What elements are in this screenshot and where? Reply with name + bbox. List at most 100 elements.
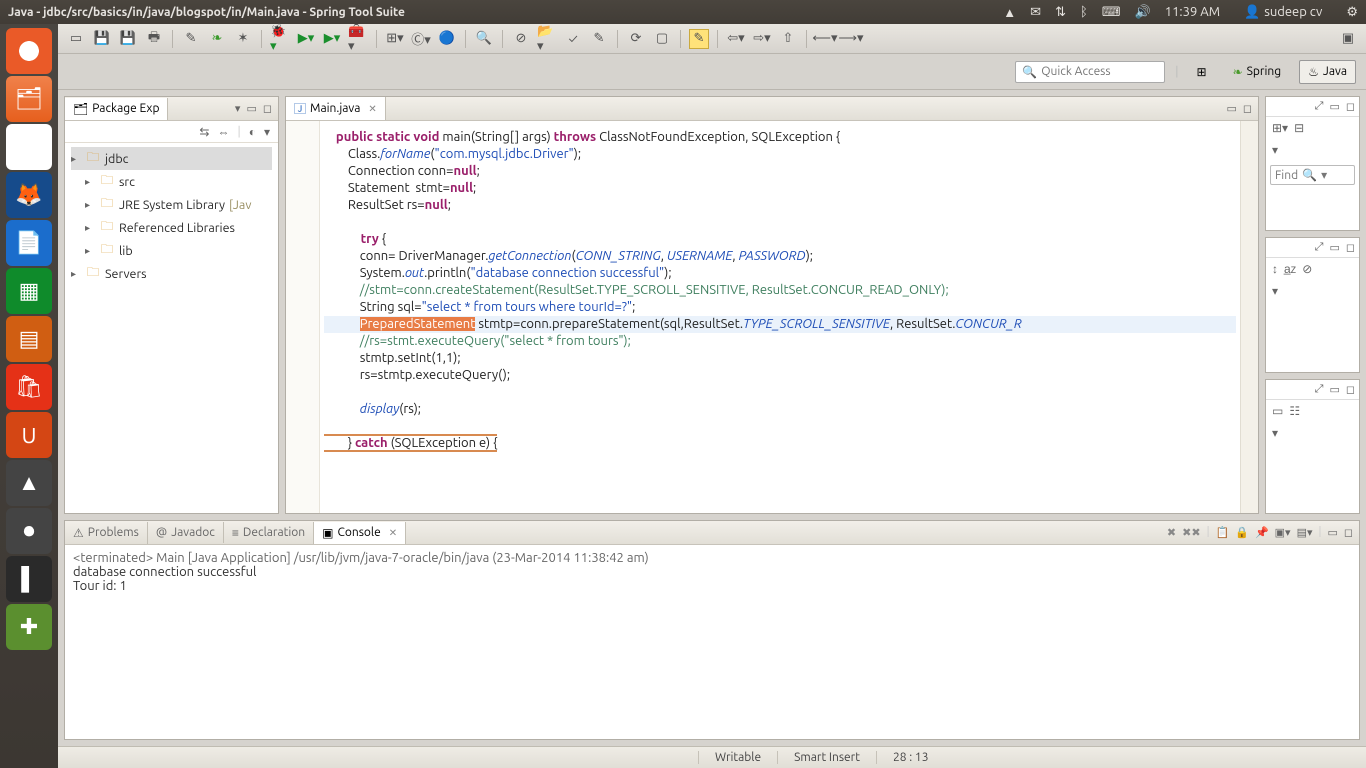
folder-icon[interactable]: 📂▾	[537, 29, 557, 49]
fwd-icon[interactable]: ⇨▾	[752, 29, 772, 49]
files-icon[interactable]: 🗂	[6, 76, 52, 122]
rs-min-icon[interactable]: ▭	[1329, 241, 1339, 254]
sort-icon[interactable]: ↕	[1272, 262, 1278, 276]
ext-tools-icon[interactable]: 🧰▾	[348, 29, 368, 49]
dash-icon[interactable]	[6, 28, 52, 74]
up-icon[interactable]: ⇧	[778, 29, 798, 49]
mail-icon[interactable]: ✉	[1030, 5, 1041, 20]
box-icon[interactable]: ▭	[1272, 404, 1283, 418]
tree-item[interactable]: ▸🗀lib	[71, 239, 272, 262]
editor-body[interactable]: public static void main(String[] args) t…	[286, 121, 1258, 513]
refresh-icon[interactable]: ⟳	[626, 29, 646, 49]
close-icon[interactable]: ✕	[389, 527, 397, 539]
tree-item[interactable]: ▸🗀JRE System Library [Jav	[71, 193, 272, 216]
terminal-icon[interactable]: ▌	[6, 556, 52, 602]
keyboard-icon[interactable]: ⌨	[1102, 5, 1121, 20]
collapse-all-icon[interactable]: ⇆	[199, 125, 209, 139]
filter-icon[interactable]: ⊘	[1302, 262, 1312, 276]
remove-launch-icon[interactable]: ✖	[1167, 526, 1176, 539]
az-icon[interactable]: a̲z	[1284, 262, 1296, 276]
tab-console[interactable]: ▣Console✕	[314, 522, 406, 544]
open-perspective-button[interactable]: ⊞	[1189, 61, 1215, 83]
tree-item[interactable]: ▸🗀jdbc	[71, 147, 272, 170]
chevron-down-icon[interactable]: ▾	[1272, 426, 1278, 440]
maximize-icon[interactable]: ◻	[263, 102, 272, 115]
task-icon[interactable]: ✓	[563, 29, 583, 49]
toggle-icon[interactable]: ⊘	[511, 29, 531, 49]
run-icon[interactable]: ▶▾	[296, 29, 316, 49]
print-icon[interactable]: 🖶	[144, 29, 164, 49]
star-icon[interactable]: ✶	[233, 29, 253, 49]
chrome-icon[interactable]: ◉	[6, 124, 52, 170]
editor-maximize-icon[interactable]: ◻	[1243, 102, 1252, 115]
back-icon[interactable]: ⇦▾	[726, 29, 746, 49]
recorder-icon[interactable]: ⏺	[6, 508, 52, 554]
tree-item[interactable]: ▸🗀Servers	[71, 262, 272, 285]
pin-icon[interactable]: 📌	[1255, 526, 1269, 539]
wand-icon[interactable]: ✎	[181, 29, 201, 49]
ubuntu-one-icon[interactable]: U	[6, 412, 52, 458]
save-icon[interactable]: 💾	[92, 29, 112, 49]
link-editor-icon[interactable]: ⇔	[217, 125, 229, 139]
bluetooth-icon[interactable]: ᛒ	[1080, 5, 1088, 19]
leaf-icon[interactable]: ❧	[207, 29, 227, 49]
nav-back-icon[interactable]: ⟵▾	[815, 29, 835, 49]
volume-icon[interactable]: 🔊	[1135, 5, 1151, 20]
mylyn-icon[interactable]: ✎	[589, 29, 609, 49]
quick-access-input[interactable]: 🔍 Quick Access	[1015, 61, 1165, 83]
find-input[interactable]: Find🔍▾	[1270, 165, 1355, 185]
calc-icon[interactable]: ▦	[6, 268, 52, 314]
package-tree[interactable]: ▸🗀jdbc▸🗀src▸🗀JRE System Library [Jav▸🗀Re…	[65, 143, 278, 289]
filter-menu-icon[interactable]: ▾	[264, 125, 270, 139]
editor-minimize-icon[interactable]: ▭	[1226, 102, 1236, 115]
tree-item[interactable]: ▸🗀src	[71, 170, 272, 193]
chevron-down-icon[interactable]: ▾	[1272, 143, 1278, 157]
tree-icon[interactable]: ☷	[1289, 404, 1300, 418]
impress-icon[interactable]: ▤	[6, 316, 52, 362]
minimize-icon[interactable]: ▭	[246, 102, 256, 115]
clock[interactable]: 11:39 AM	[1165, 5, 1220, 19]
new-pkg-icon[interactable]: ⊞▾	[385, 29, 405, 49]
overview-ruler[interactable]	[1240, 121, 1258, 513]
sts-icon[interactable]: ✚	[6, 604, 52, 650]
code-area[interactable]: public static void main(String[] args) t…	[320, 121, 1240, 513]
settings-gear-icon[interactable]: ⚙	[1346, 5, 1358, 20]
new-icon[interactable]: ⊞▾	[1272, 121, 1288, 135]
scroll-lock-icon[interactable]: 🔒	[1235, 526, 1249, 539]
open-type-icon[interactable]: 🔵	[437, 29, 457, 49]
user-menu[interactable]: 👤 sudeep cv	[1244, 5, 1322, 20]
stop-icon[interactable]: ▢	[652, 29, 672, 49]
console-output[interactable]: <terminated> Main [Java Application] /us…	[65, 545, 1359, 739]
console-max-icon[interactable]: ◻	[1344, 526, 1353, 539]
open-console-icon[interactable]: ▤▾	[1297, 526, 1313, 539]
rs-max-icon[interactable]: ◻	[1346, 241, 1355, 254]
new-icon[interactable]: ▭	[66, 29, 86, 49]
run-last-icon[interactable]: ▶▾	[322, 29, 342, 49]
rs-max-icon[interactable]: ◻	[1346, 100, 1355, 113]
firefox-icon[interactable]: 🦊	[6, 172, 52, 218]
nav-fwd-icon[interactable]: ⟶▾	[841, 29, 861, 49]
remove-all-icon[interactable]: ✖✖	[1182, 526, 1200, 539]
restore-icon[interactable]: ⤢	[1315, 100, 1324, 113]
package-explorer-tab[interactable]: 🗂 Package Exp	[65, 98, 168, 120]
rs-min-icon[interactable]: ▭	[1329, 100, 1339, 113]
tab-declaration[interactable]: ≡Declaration	[224, 522, 314, 544]
console-min-icon[interactable]: ▭	[1327, 526, 1337, 539]
editor-tab-main[interactable]: 🄹 Main.java ✕	[286, 97, 386, 121]
save-all-icon[interactable]: 💾	[118, 29, 138, 49]
clear-console-icon[interactable]: 📋	[1216, 526, 1230, 539]
tab-problems[interactable]: ⚠Problems	[65, 522, 148, 544]
tree-item[interactable]: ▸🗀Referenced Libraries	[71, 216, 272, 239]
writer-icon[interactable]: 📄	[6, 220, 52, 266]
search-icon[interactable]: 🔍	[474, 29, 494, 49]
java-perspective[interactable]: ♨Java	[1299, 60, 1356, 84]
tab-javadoc[interactable]: @Javadoc	[148, 522, 224, 543]
vlc-tray-icon[interactable]: ▲	[1003, 5, 1016, 20]
focus-icon[interactable]: ◐	[249, 125, 256, 139]
display-selected-icon[interactable]: ▣▾	[1275, 526, 1291, 539]
network-icon[interactable]: ⇅	[1055, 5, 1066, 20]
collapse-toolbar-icon[interactable]: ▣	[1338, 29, 1358, 49]
vlc-icon[interactable]: ▲	[6, 460, 52, 506]
rs-min-icon[interactable]: ▭	[1329, 383, 1339, 396]
type-hier-icon[interactable]: ⊟	[1294, 121, 1304, 135]
